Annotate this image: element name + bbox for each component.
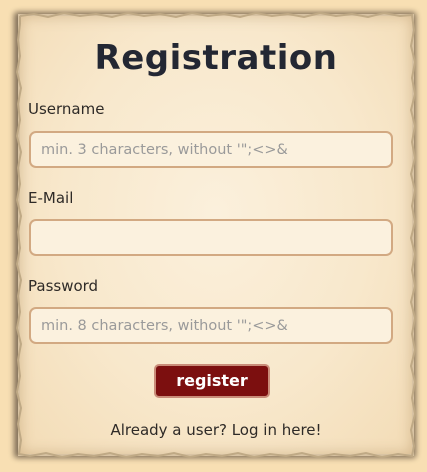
password-input[interactable] bbox=[29, 307, 393, 344]
username-input[interactable] bbox=[29, 131, 393, 168]
email-label: E-Mail bbox=[28, 189, 74, 207]
register-button[interactable]: register bbox=[154, 364, 270, 398]
email-input[interactable] bbox=[29, 219, 393, 256]
page-title: Registration bbox=[94, 38, 338, 78]
username-label: Username bbox=[28, 100, 105, 118]
login-link[interactable]: Already a user? Log in here! bbox=[20, 421, 412, 439]
password-label: Password bbox=[28, 277, 99, 295]
registration-panel: Registration Username E-Mail Password re… bbox=[15, 11, 417, 459]
